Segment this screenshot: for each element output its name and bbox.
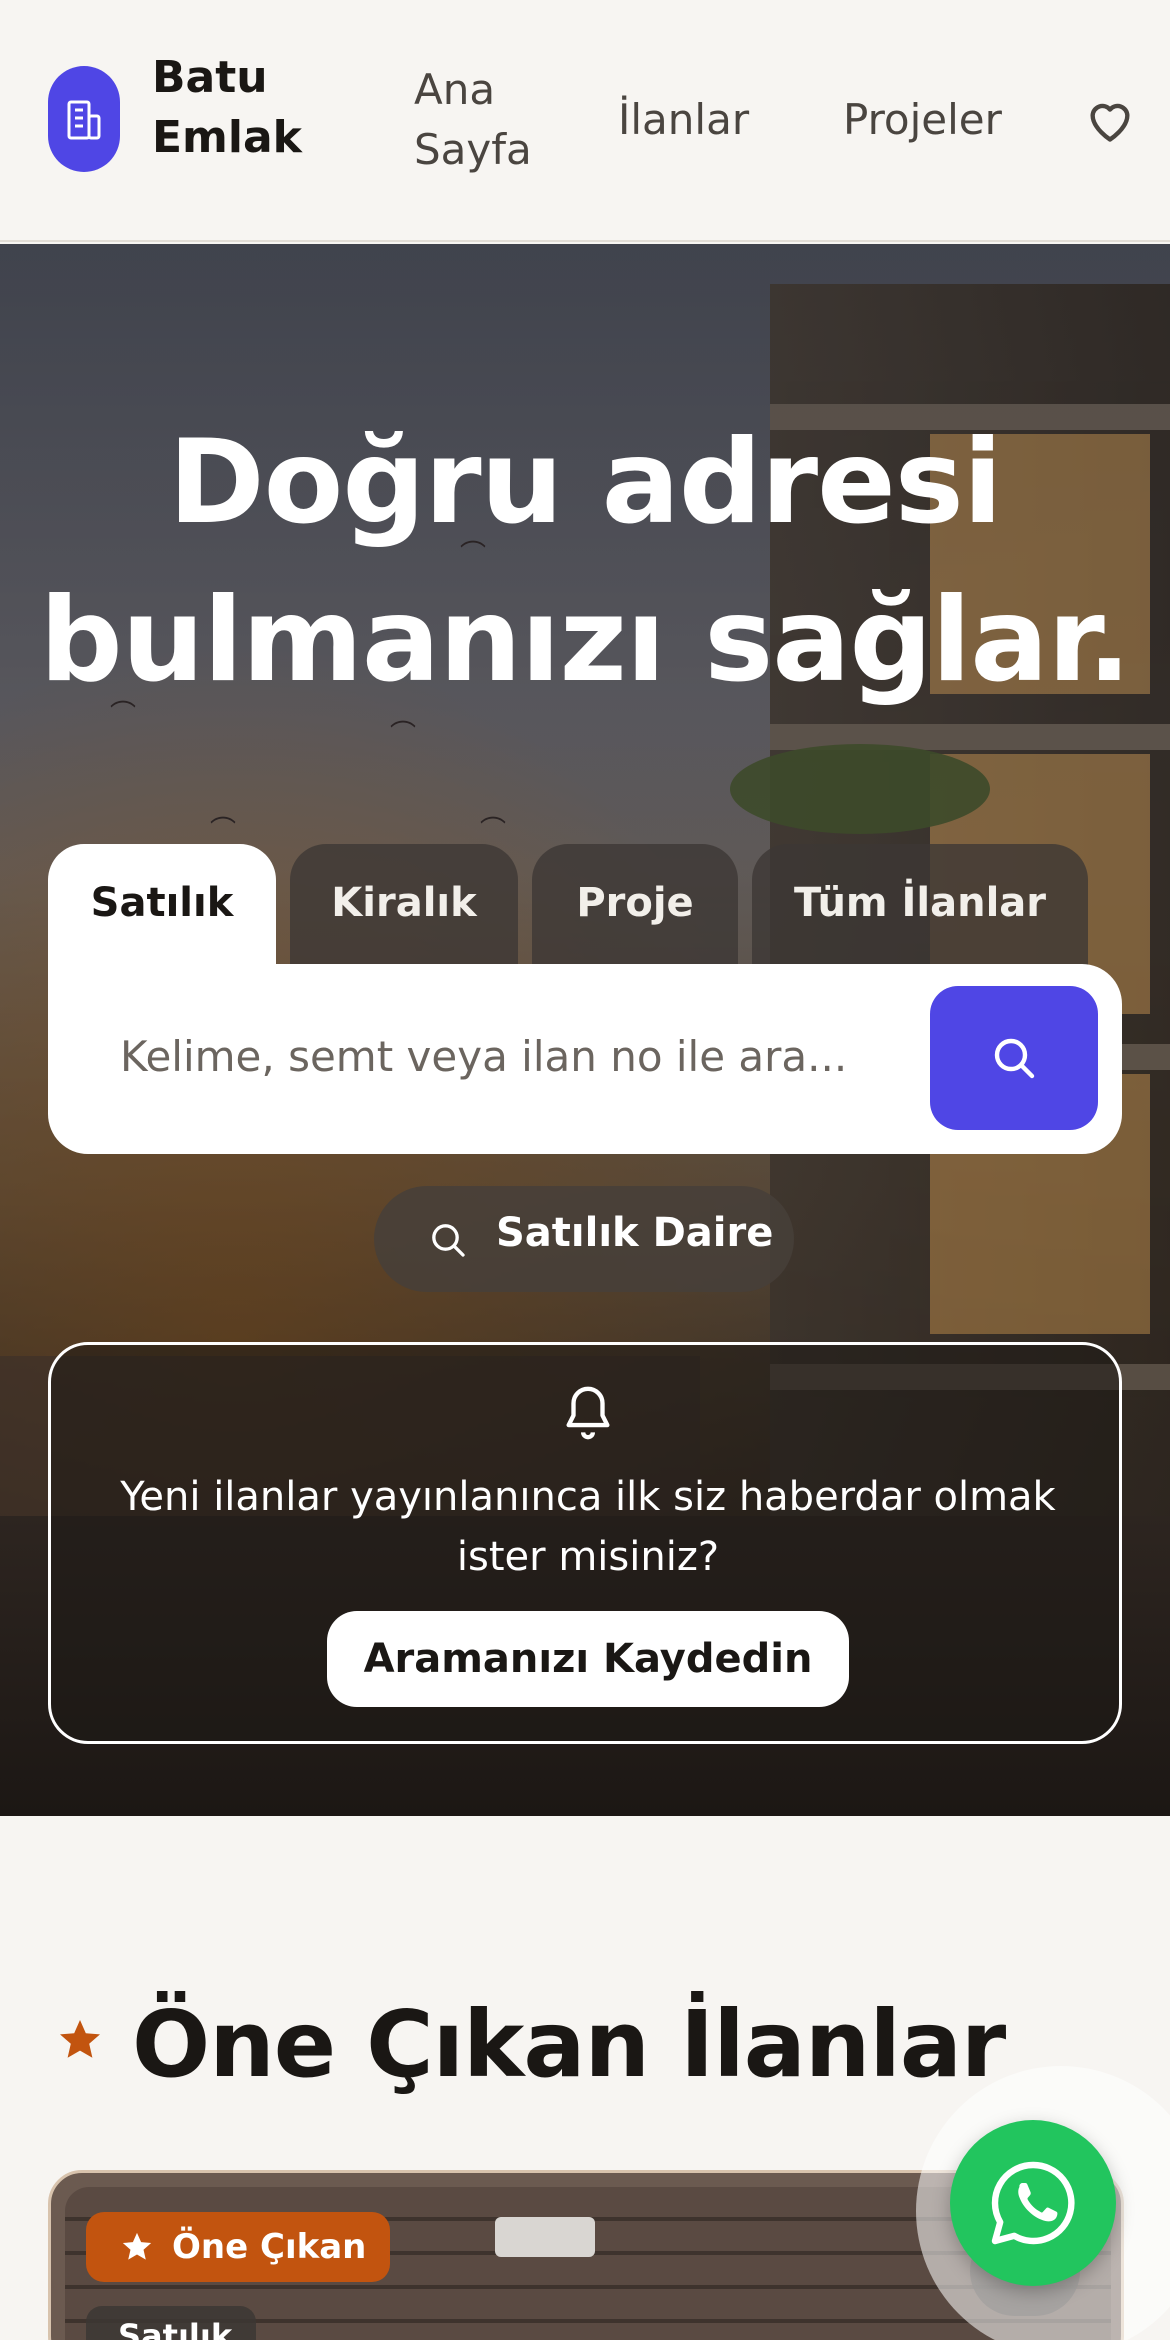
search-alert-box: Yeni ilanlar yayınlanınca ilk siz haberd… <box>48 1342 1122 1744</box>
save-search-button[interactable]: Aramanızı Kaydedin <box>327 1611 849 1707</box>
tab-satilik[interactable]: Satılık <box>48 844 276 974</box>
brand-line-1: Batu <box>152 52 268 103</box>
search-icon <box>994 1038 1035 1079</box>
suggestion-label: Satılık Daire <box>496 1210 774 1256</box>
tab-proje[interactable]: Proje <box>532 844 738 974</box>
hero-title-line-1: Doğru adresi <box>168 415 1002 550</box>
search-icon <box>432 1224 465 1257</box>
section-title: Öne Çıkan İlanlar <box>132 1991 1006 2098</box>
brand-line-2: Emlak <box>152 112 302 163</box>
plants-decor <box>730 744 990 834</box>
suggestion-chip[interactable]: Satılık Daire <box>374 1186 794 1292</box>
brand-name[interactable]: Batu Emlak <box>152 48 312 168</box>
star-icon <box>122 2232 152 2260</box>
hero-title-line-2: bulmanızı sağlar. <box>39 573 1132 708</box>
search-box: Kelime, semt veya ilan no ile ara... <box>48 964 1122 1154</box>
site-header: Batu Emlak Ana Sayfa İlanlar Projeler <box>0 0 1170 242</box>
nav-projects[interactable]: Projeler <box>843 90 1002 150</box>
bird-decor: ⌒ <box>210 816 237 846</box>
nav-home[interactable]: Ana Sayfa <box>414 60 554 180</box>
search-button[interactable] <box>930 986 1098 1130</box>
whatsapp-button[interactable] <box>950 2120 1116 2286</box>
hero-title: Doğru adresi bulmanızı sağlar. <box>0 404 1170 720</box>
bird-decor: ⌒ <box>480 816 507 846</box>
nav-listings[interactable]: İlanlar <box>618 90 749 150</box>
featured-badge: Öne Çıkan <box>86 2212 390 2282</box>
tab-tum-ilanlar[interactable]: Tüm İlanlar <box>752 844 1088 974</box>
search-input[interactable]: Kelime, semt veya ilan no ile ara... <box>120 1032 847 1081</box>
image-detail <box>495 2217 595 2257</box>
building-icon <box>67 100 101 140</box>
featured-badge-label: Öne Çıkan <box>172 2227 367 2267</box>
heart-icon[interactable] <box>1084 96 1136 144</box>
star-icon <box>60 2020 100 2058</box>
tab-kiralik[interactable]: Kiralık <box>290 844 518 974</box>
alert-text: Yeni ilanlar yayınlanınca ilk siz haberd… <box>120 1474 1056 1580</box>
listing-type-badge: Satılık <box>86 2306 256 2340</box>
whatsapp-icon <box>991 2161 1075 2245</box>
logo[interactable] <box>48 66 120 172</box>
bell-icon <box>566 1386 610 1440</box>
